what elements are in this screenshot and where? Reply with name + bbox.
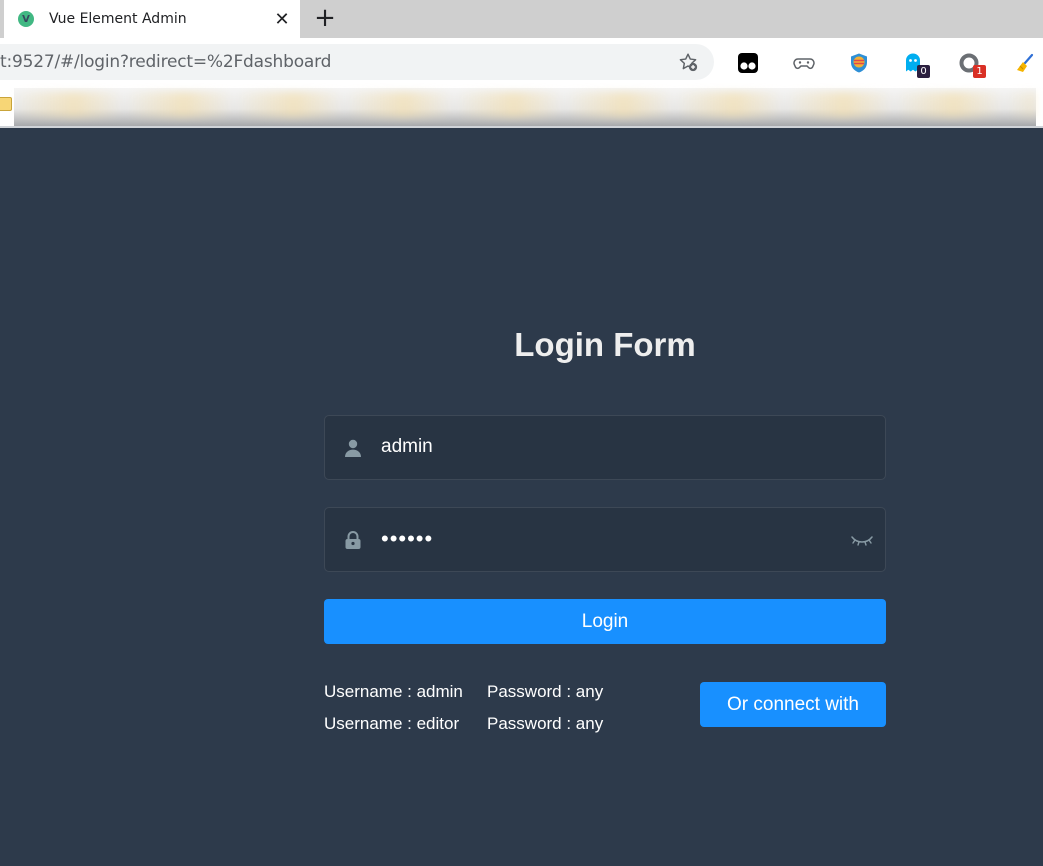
tab-title: Vue Element Admin	[49, 11, 187, 27]
blurred-bookmarks	[14, 88, 1036, 126]
tip-password: Password : any	[487, 682, 604, 701]
user-icon	[345, 439, 361, 457]
browser-toolbar: t:9527/#/login?redirect=%2Fdashboard 0 1	[0, 38, 1043, 88]
lock-icon	[345, 531, 361, 549]
bookmarks-bar	[0, 88, 1043, 126]
address-bar[interactable]: t:9527/#/login?redirect=%2Fdashboard	[0, 44, 714, 80]
globe-shield-icon[interactable]	[848, 52, 870, 74]
tip-username: Username : admin	[324, 682, 463, 701]
new-tab-button[interactable]: +	[312, 5, 338, 32]
connect-with-button[interactable]: Or connect with	[700, 682, 886, 727]
tips-row-editor: Username : editor Password : any	[324, 714, 603, 734]
tip-username: Username : editor	[324, 714, 460, 733]
browser-tab-bar: V Vue Element Admin ✕ +	[0, 0, 1043, 38]
browser-tab[interactable]: V Vue Element Admin ✕	[4, 0, 300, 38]
tips-row-admin: Username : admin Password : any	[324, 682, 603, 702]
broom-icon[interactable]	[1014, 52, 1036, 74]
ghostery-extension[interactable]: 0	[902, 52, 930, 78]
password-field[interactable]: ••••••	[324, 507, 886, 572]
gamepad-icon[interactable]	[793, 52, 815, 74]
username-field[interactable]: admin	[324, 415, 886, 480]
opera-ring-extension[interactable]: 1	[958, 52, 986, 78]
opera-ring-badge: 1	[973, 65, 986, 78]
login-title: Login Form	[514, 326, 696, 363]
tampermonkey-icon[interactable]	[737, 52, 759, 74]
ghostery-badge: 0	[917, 65, 930, 78]
bookmark-star-icon[interactable]	[677, 51, 699, 73]
eye-closed-icon[interactable]	[850, 531, 874, 549]
vue-favicon-icon: V	[18, 11, 34, 27]
password-input[interactable]: ••••••	[381, 526, 433, 552]
username-input[interactable]: admin	[381, 436, 433, 458]
login-button[interactable]: Login	[324, 599, 886, 644]
login-page: Login Form admin •••••• Login Username :…	[0, 128, 1043, 866]
address-url[interactable]: t:9527/#/login?redirect=%2Fdashboard	[0, 52, 331, 72]
tip-password: Password : any	[487, 714, 604, 733]
bookmark-folder-icon[interactable]	[0, 97, 12, 111]
close-tab-icon[interactable]: ✕	[272, 9, 292, 30]
